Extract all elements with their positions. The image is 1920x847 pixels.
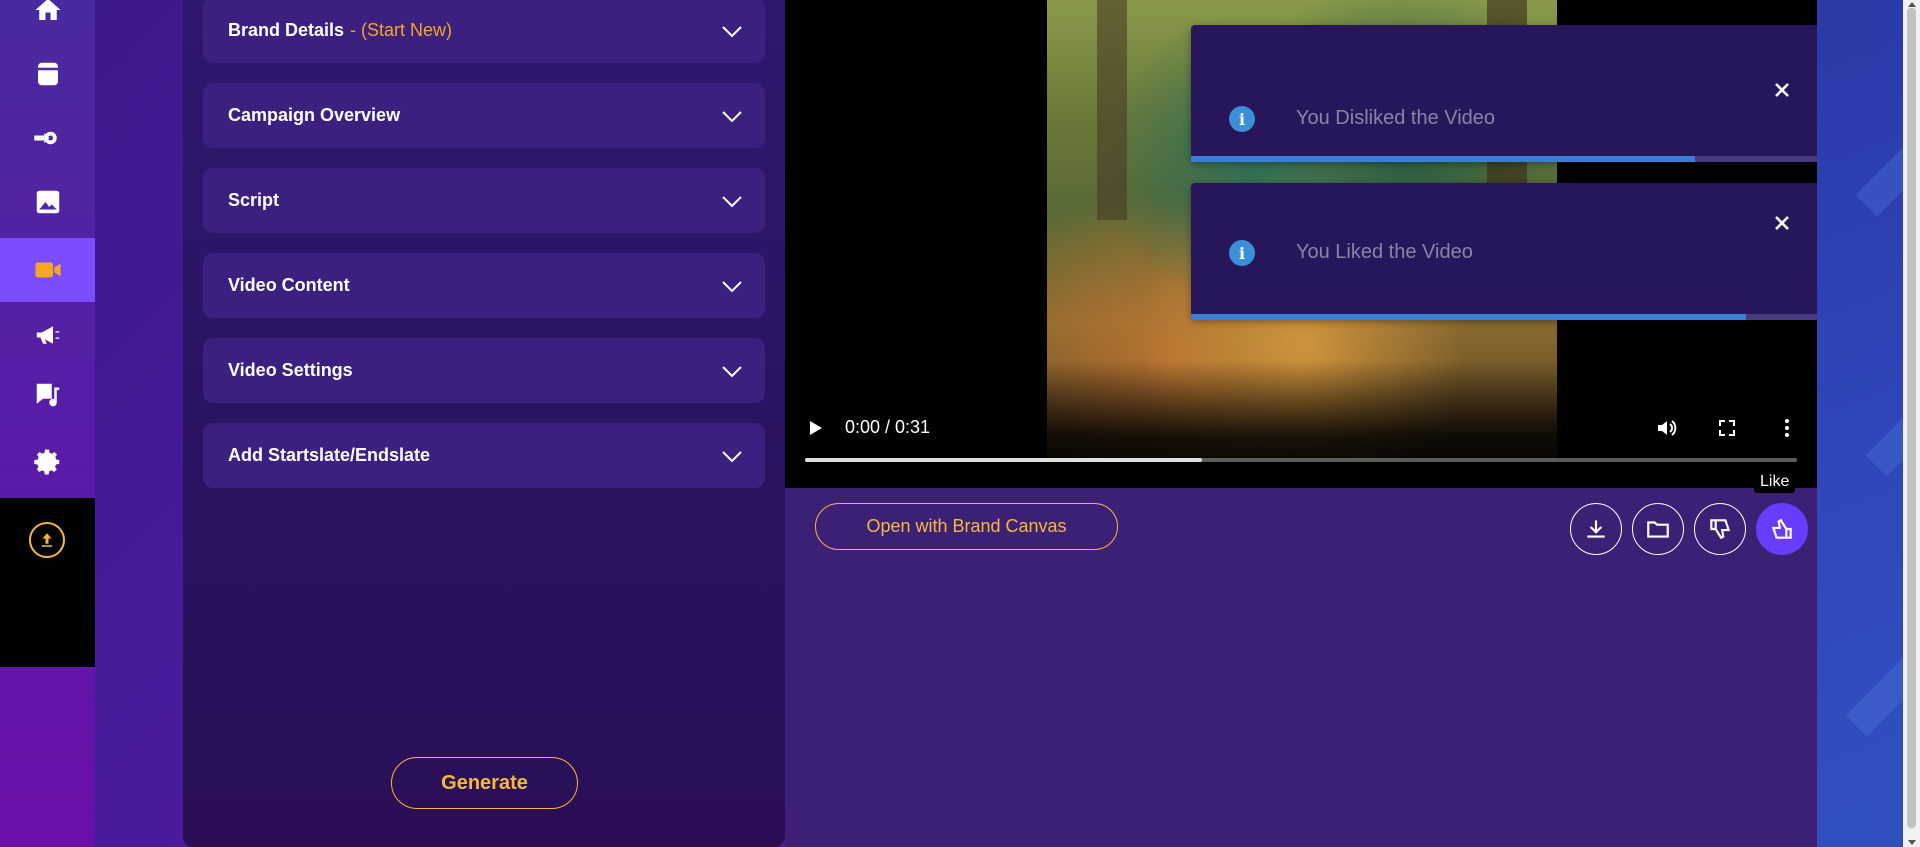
scroll-down-icon[interactable] (1908, 840, 1916, 845)
more-options-button[interactable] (1775, 416, 1799, 445)
thumbs-down-icon (1710, 519, 1731, 540)
open-brand-canvas-button[interactable]: Open with Brand Canvas (815, 503, 1118, 550)
volume-button[interactable] (1655, 416, 1679, 445)
chevron-down-icon (721, 20, 743, 42)
chevron-down-icon (721, 190, 743, 212)
home-icon (35, 0, 60, 20)
accordion-subtitle: - (Start New) (350, 20, 453, 40)
accordion-script[interactable]: Script (203, 168, 765, 233)
accordion-startslate-endslate[interactable]: Add Startslate/Endslate (203, 423, 765, 488)
nav-home[interactable] (0, 0, 95, 42)
upload-icon (41, 533, 53, 547)
chevron-down-icon (721, 275, 743, 297)
left-navigation (0, 0, 95, 847)
folder-button[interactable] (1632, 503, 1684, 555)
download-icon (1587, 520, 1605, 538)
scroll-thumb[interactable] (1907, 8, 1916, 828)
nav-archive[interactable] (0, 42, 95, 106)
accordion-title: Script (228, 190, 280, 210)
toast-message: You Liked the Video (1296, 241, 1473, 263)
info-icon: i (1229, 240, 1255, 266)
nav-images[interactable] (0, 170, 95, 234)
play-icon (810, 421, 822, 435)
toast-timer-bar (1191, 156, 1696, 162)
close-icon[interactable] (1773, 214, 1791, 232)
volume-icon (1658, 420, 1677, 436)
info-icon: i (1229, 106, 1255, 132)
cog-arrow-icon (33, 131, 57, 145)
thumbs-up-icon (1771, 518, 1792, 539)
nav-video[interactable] (0, 238, 95, 302)
chevron-down-icon (721, 445, 743, 467)
accordion-title: Video Settings (228, 360, 353, 380)
archive-icon (37, 62, 58, 86)
accordion-title: Video Content (228, 275, 350, 295)
megaphone-icon (36, 326, 59, 344)
fullscreen-button[interactable] (1715, 416, 1739, 445)
toast-message: You Disliked the Video (1296, 107, 1496, 129)
nav-automation[interactable] (0, 106, 95, 170)
accordion-title: Brand Details (228, 20, 345, 40)
nav-audio[interactable] (0, 363, 95, 427)
accordion-brand-details[interactable]: Brand Details - (Start New) (203, 0, 765, 63)
music-note-icon (36, 383, 59, 407)
page-scrollbar[interactable] (1903, 0, 1920, 847)
nav-campaigns[interactable] (0, 303, 95, 367)
more-vertical-icon (1785, 419, 1789, 437)
dislike-button[interactable] (1694, 503, 1746, 555)
video-camera-icon (35, 262, 60, 278)
chevron-down-icon (721, 105, 743, 127)
chevron-down-icon (721, 360, 743, 382)
toast-timer-bar (1191, 314, 1747, 320)
accordion-campaign-overview[interactable]: Campaign Overview (203, 83, 765, 148)
close-icon[interactable] (1773, 81, 1791, 99)
image-icon (36, 190, 59, 214)
accordion-video-content[interactable]: Video Content (203, 253, 765, 318)
nav-settings[interactable] (0, 430, 95, 494)
fullscreen-icon (1719, 420, 1735, 436)
upload-button[interactable] (29, 522, 65, 558)
folder-icon (1647, 521, 1669, 538)
form-panel: Brand Details - (Start New) Campaign Ove… (183, 0, 785, 847)
accordion-title: Add Startslate/Endslate (228, 445, 431, 465)
accordion-title: Campaign Overview (228, 105, 401, 125)
like-button[interactable] (1756, 503, 1808, 555)
gear-icon (33, 449, 59, 475)
accordion-video-settings[interactable]: Video Settings (203, 338, 765, 403)
video-time: 0:00 / 0:31 (845, 417, 931, 437)
toast-dislike: i You Disliked the Video (1191, 25, 1829, 162)
video-buffered (805, 458, 1202, 462)
download-button[interactable] (1570, 503, 1622, 555)
play-button[interactable] (805, 418, 825, 443)
video-progress-bar[interactable] (805, 458, 1797, 462)
scroll-up-icon[interactable] (1908, 2, 1916, 7)
toast-like: i You Liked the Video (1191, 183, 1829, 320)
like-tooltip: Like (1754, 471, 1796, 493)
generate-button[interactable]: Generate (391, 757, 578, 809)
